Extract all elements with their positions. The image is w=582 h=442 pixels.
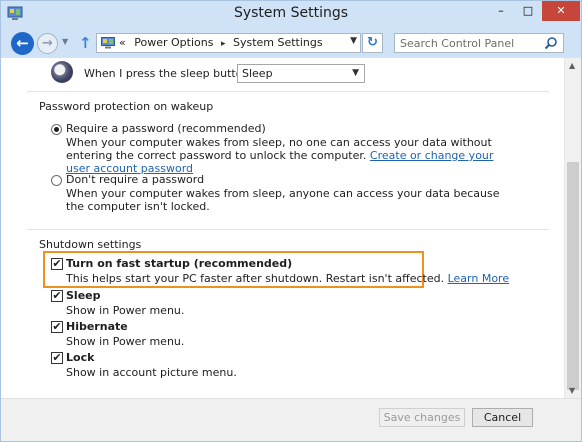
search-input[interactable] <box>395 34 535 52</box>
navigation-bar: ← → ▼ ↑ « Power Options ▸ System Setting… <box>1 28 581 58</box>
vertical-scrollbar[interactable]: ▲ ▼ <box>564 58 581 398</box>
arrow-right-icon: → <box>42 36 53 51</box>
fast-startup-checkbox[interactable]: ✔ <box>51 258 63 270</box>
control-panel-icon <box>101 37 115 49</box>
sleep-button-value: Sleep <box>242 67 273 80</box>
up-button[interactable]: ↑ <box>79 34 92 52</box>
section-divider <box>27 91 549 92</box>
back-button[interactable]: ← <box>11 32 34 55</box>
forward-button[interactable]: → <box>37 33 58 54</box>
system-settings-window: System Settings – □ ✕ ← → ▼ ↑ « Power Op… <box>0 0 582 442</box>
breadcrumb-item-system-settings[interactable]: System Settings <box>233 36 323 49</box>
fast-startup-desc-text: This helps start your PC faster after sh… <box>66 272 445 285</box>
arrow-up-icon: ↑ <box>79 34 92 52</box>
sleep-option-label[interactable]: Sleep <box>66 289 101 302</box>
search-icon[interactable] <box>544 36 558 50</box>
no-password-label[interactable]: Don't require a password <box>66 173 204 186</box>
sleep-checkbox[interactable]: ✔ <box>51 290 63 302</box>
scroll-down-icon[interactable]: ▼ <box>569 386 575 395</box>
recent-locations-button[interactable]: ▼ <box>62 37 68 46</box>
breadcrumb: « Power Options ▸ System Settings <box>119 36 323 49</box>
hibernate-option-description: Show in Power menu. <box>66 335 185 348</box>
shutdown-section-title: Shutdown settings <box>39 238 142 251</box>
sleep-option-description: Show in Power menu. <box>66 304 185 317</box>
require-password-label[interactable]: Require a password (recommended) <box>66 122 266 135</box>
address-bar[interactable]: « Power Options ▸ System Settings ▼ <box>96 33 361 53</box>
chevron-down-icon: ▼ <box>350 36 357 46</box>
sleep-button-select[interactable]: Sleep ▼ <box>237 64 365 83</box>
settings-content: When I press the sleep button: Sleep ▼ P… <box>1 58 564 398</box>
require-password-description: When your computer wakes from sleep, no … <box>66 136 506 175</box>
refresh-icon: ↻ <box>367 35 378 50</box>
chevron-down-icon: ▼ <box>352 68 359 78</box>
arrow-left-icon: ← <box>16 34 29 52</box>
close-button[interactable]: ✕ <box>542 1 580 21</box>
breadcrumb-overflow[interactable]: « <box>119 36 126 49</box>
hibernate-checkbox[interactable]: ✔ <box>51 321 63 333</box>
dialog-footer: Save changes Cancel <box>1 398 581 441</box>
section-divider <box>27 229 549 230</box>
password-section-title: Password protection on wakeup <box>39 100 214 113</box>
hibernate-option-label[interactable]: Hibernate <box>66 320 128 333</box>
search-box <box>394 33 564 53</box>
no-password-description: When your computer wakes from sleep, any… <box>66 187 500 213</box>
address-dropdown-button[interactable]: ▼ <box>350 36 357 46</box>
chevron-down-icon: ▼ <box>62 37 69 46</box>
fast-startup-label[interactable]: Turn on fast startup (recommended) <box>66 257 292 270</box>
minimize-button[interactable]: – <box>488 1 514 21</box>
cancel-button[interactable]: Cancel <box>472 408 533 427</box>
require-password-radio[interactable] <box>51 124 62 135</box>
scrollbar-thumb[interactable] <box>567 162 579 390</box>
maximize-button[interactable]: □ <box>515 1 541 21</box>
breadcrumb-separator-icon[interactable]: ▸ <box>217 39 230 49</box>
lock-option-description: Show in account picture menu. <box>66 366 237 379</box>
no-password-radio[interactable] <box>51 175 62 186</box>
fast-startup-description: This helps start your PC faster after sh… <box>66 272 509 285</box>
sleep-moon-icon <box>51 61 73 83</box>
lock-option-label[interactable]: Lock <box>66 351 94 364</box>
breadcrumb-item-power-options[interactable]: Power Options <box>129 36 213 49</box>
title-bar: System Settings – □ ✕ <box>1 1 581 28</box>
learn-more-link[interactable]: Learn More <box>448 272 510 285</box>
lock-checkbox[interactable]: ✔ <box>51 352 63 364</box>
refresh-button[interactable]: ↻ <box>362 33 383 53</box>
save-changes-button[interactable]: Save changes <box>379 408 465 427</box>
sleep-button-label: When I press the sleep button: <box>84 67 254 80</box>
scroll-up-icon[interactable]: ▲ <box>569 61 575 70</box>
